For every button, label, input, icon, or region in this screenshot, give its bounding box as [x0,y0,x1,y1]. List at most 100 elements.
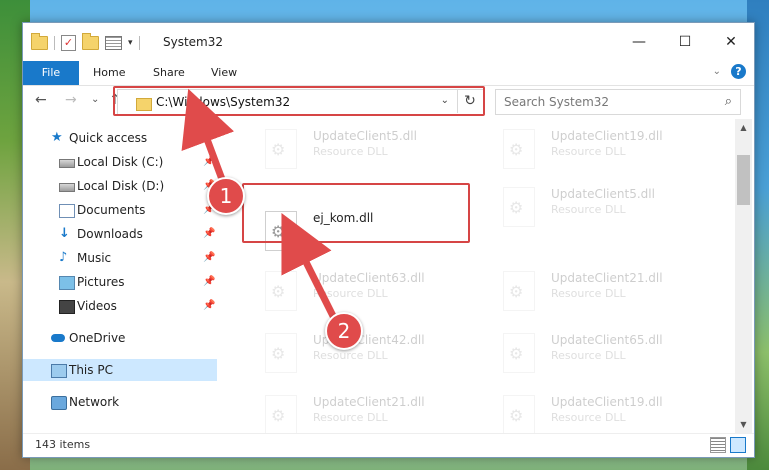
file-item[interactable]: UpdateClient5.dll Resource DLL [483,183,708,235]
dll-file-icon [503,271,535,311]
file-item[interactable]: UpdateClient63.dll Resource DLL [245,267,470,319]
scroll-down-icon[interactable]: ▼ [735,416,752,433]
file-list: UpdateClient5.dll Resource DLL UpdateCli… [221,121,731,433]
sidebar-item-onedrive[interactable]: OneDrive [23,327,217,349]
sidebar-item-label: This PC [69,363,113,377]
tab-view[interactable]: View [211,61,237,85]
vertical-scrollbar[interactable]: ▲ ▼ [735,119,752,433]
sidebar-item-label: Videos [77,299,117,313]
tab-home[interactable]: Home [93,61,125,85]
sidebar-item-network[interactable]: Network [23,391,217,413]
new-folder-icon[interactable] [82,33,99,50]
network-icon [51,396,67,410]
view-toggle [710,437,746,453]
large-icons-view-icon[interactable] [730,437,746,453]
file-name: UpdateClient21.dll [551,271,663,285]
scroll-thumb[interactable] [737,155,750,205]
search-input[interactable]: Search System32 ⌕ [495,89,741,115]
drive-icon [59,183,75,192]
file-item[interactable]: UpdateClient19.dll Resource DLL [483,391,708,433]
file-name: UpdateClient63.dll [313,271,425,285]
file-item[interactable]: UpdateClient19.dll Resource DLL [483,125,708,177]
file-name: UpdateClient19.dll [551,395,663,409]
sidebar-item-local-disk-d[interactable]: Local Disk (D:) 📌 [23,175,217,197]
window-controls: — ☐ ✕ [616,23,754,61]
search-icon[interactable]: ⌕ [725,94,732,109]
sidebar-item-music[interactable]: ♪ Music 📌 [23,247,217,269]
file-type: Resource DLL [551,203,626,216]
sidebar-item-label: Downloads [77,227,143,241]
sidebar-item-documents[interactable]: Documents 📌 [23,199,217,221]
scroll-up-icon[interactable]: ▲ [735,119,752,136]
computer-icon [51,364,67,378]
drive-icon [59,159,75,168]
sidebar-item-this-pc[interactable]: This PC [23,359,217,381]
file-type: Resource DLL [313,287,388,300]
sidebar-item-downloads[interactable]: ↓ Downloads 📌 [23,223,217,245]
pictures-icon [59,276,75,290]
status-bar: 143 items [23,433,754,456]
file-type: Resource DLL [551,145,626,158]
forward-arrow-icon[interactable]: → [65,92,77,108]
tab-file[interactable]: File [23,61,79,85]
star-icon: ★ [51,130,63,145]
sidebar-item-label: Documents [77,203,146,217]
item-count: 143 items [35,438,91,451]
address-row: ← → ⌄ ↑ C:\Windows\System32 ⌄ ↻ Search S… [23,85,754,117]
dll-file-icon [265,271,297,311]
pin-icon[interactable]: 📌 [203,223,215,245]
sidebar-item-local-disk-c[interactable]: Local Disk (C:) 📌 [23,151,217,173]
dll-file-icon [503,129,535,169]
ribbon-right-controls: ⌄ ? [713,64,746,79]
sidebar-item-label: Quick access [69,131,148,145]
sidebar-item-pictures[interactable]: Pictures 📌 [23,271,217,293]
maximize-button[interactable]: ☐ [662,23,708,61]
view-properties-icon[interactable] [105,36,122,50]
step-1-badge: 1 [207,177,245,215]
file-type: Resource DLL [551,411,626,424]
music-icon: ♪ [59,250,68,265]
navigation-pane: ★ Quick access Local Disk (C:) 📌 Local D… [23,123,217,433]
dll-file-icon [265,129,297,169]
file-type: Resource DLL [313,411,388,424]
file-item[interactable]: UpdateClient5.dll Resource DLL [245,125,470,177]
file-explorer-window: ✓ ▾ System32 — ☐ ✕ File Home Share View … [22,22,755,458]
sidebar-item-quick-access[interactable]: ★ Quick access [23,127,217,149]
help-icon[interactable]: ? [731,64,746,79]
expand-ribbon-icon[interactable]: ⌄ [713,66,721,77]
minimize-button[interactable]: — [616,23,662,61]
folder-icon [31,33,48,50]
pin-icon[interactable]: 📌 [203,271,215,293]
address-bar-highlight [113,86,485,116]
onedrive-icon [51,334,65,342]
details-view-icon[interactable] [710,437,726,453]
downloads-icon: ↓ [59,226,70,241]
file-name: UpdateClient5.dll [551,187,655,201]
pin-icon[interactable]: 📌 [203,295,215,317]
sidebar-item-label: Music [77,251,112,265]
sidebar-item-videos[interactable]: Videos 📌 [23,295,217,317]
search-placeholder: Search System32 [504,95,610,109]
step-2-badge: 2 [325,312,363,350]
back-arrow-icon[interactable]: ← [35,92,47,108]
close-button[interactable]: ✕ [708,23,754,61]
documents-icon [59,204,75,218]
tab-share[interactable]: Share [153,61,185,85]
dll-file-icon [265,395,297,433]
sidebar-item-label: Pictures [77,275,125,289]
file-item-ej-kom-dll[interactable]: ej_kom.dll [245,207,470,259]
title-bar: ✓ ▾ System32 — ☐ ✕ [23,23,754,63]
dll-file-icon [265,333,297,373]
pin-icon[interactable]: 📌 [203,151,215,173]
file-item[interactable]: UpdateClient21.dll Resource DLL [483,267,708,319]
dll-file-icon [503,187,535,227]
file-item[interactable]: UpdateClient21.dll Resource DLL [245,391,470,433]
file-type: Resource DLL [551,349,626,362]
properties-check-icon[interactable]: ✓ [61,35,76,51]
pin-icon[interactable]: 📌 [203,247,215,269]
quick-access-toolbar: ✓ ▾ [31,33,140,51]
recent-locations-icon[interactable]: ⌄ [91,94,99,105]
sidebar-item-label: OneDrive [69,331,126,345]
file-item[interactable]: UpdateClient65.dll Resource DLL [483,329,708,381]
chevron-down-icon[interactable]: ▾ [128,38,133,48]
